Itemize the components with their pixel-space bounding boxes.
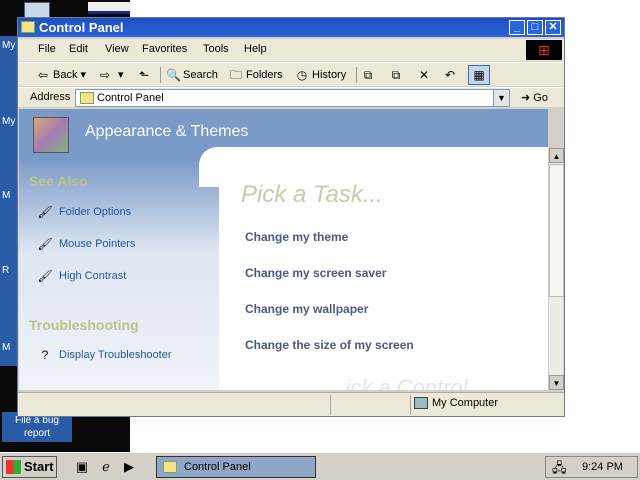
forward-arrow-icon: ⇨ [99,68,111,83]
menu-edit[interactable]: Edit [69,43,88,55]
history-button[interactable]: ◷ History [295,66,346,84]
address-value: Control Panel [97,92,164,104]
title-bar[interactable]: Control Panel _ □ ✕ [18,18,564,37]
move-to-icon: ⧉ [363,68,373,83]
taskbar-button-control-panel[interactable]: Control Panel [156,456,316,478]
link-display-troubleshooter[interactable]: Display Troubleshooter [59,349,172,361]
side-panel: See Also 🖌 Folder Options 🖌 Mouse Pointe… [19,159,219,390]
windows-logo-icon: ⊞ [526,40,562,60]
status-separator [330,395,331,415]
go-arrow-icon: ➜ [521,92,534,104]
task-change-wallpaper[interactable]: Change my wallpaper [245,302,368,316]
desktop-label[interactable]: R [2,265,9,276]
maximize-button[interactable]: □ [527,20,543,35]
menu-help[interactable]: Help [244,43,267,55]
control-panel-icon [80,92,94,104]
toolbar-separator [356,67,357,83]
folders-button[interactable]: 🗀 Folders [229,66,283,84]
scroll-down-button[interactable]: ▼ [549,375,564,390]
folder-options-icon: 🖌 [37,205,53,219]
address-label: Address [30,91,71,103]
pick-a-task-heading: Pick a Task... [241,181,383,208]
forward-button[interactable]: ⇨ ▾ [98,66,124,84]
window-title: Control Panel [39,20,124,35]
undo-icon: ↶ [444,68,456,83]
menu-tools[interactable]: Tools [203,43,229,55]
task-change-theme[interactable]: Change my theme [245,230,348,244]
standard-toolbar: ⇦ Back ▾ ⇨ ▾ ⬑ 🔍 Search 🗀 Folders ◷ History … [18,62,564,86]
chevron-down-icon[interactable]: ▼ [493,90,509,106]
copy-to-button[interactable]: ⧉ [389,66,406,84]
status-bar: My Computer [18,392,564,416]
mouse-pointers-icon: 🖌 [37,237,53,251]
address-bar: Address Control Panel ▼ ➜ Go [18,87,564,107]
vertical-scrollbar[interactable]: ▲ ▼ [548,148,564,390]
status-separator [410,395,411,415]
clock[interactable]: 9:24 PM [582,461,623,473]
desktop-label[interactable]: My [2,40,15,51]
help-icon: ? [41,348,49,362]
back-arrow-icon: ⇦ [37,68,49,83]
menu-bar: File Edit View Favorites Tools Help ⊞ [18,39,564,61]
minimize-button[interactable]: _ [509,20,525,35]
search-icon: 🔍 [166,68,181,83]
network-icon[interactable]: 🖧 [552,459,567,480]
system-tray: 🖧 9:24 PM [545,456,638,478]
task-change-screen-saver[interactable]: Change my screen saver [245,266,386,280]
scroll-up-button[interactable]: ▲ [549,148,564,163]
views-grid-icon: ▦ [473,68,485,82]
desktop-wallpaper-strip [0,36,18,366]
close-button[interactable]: ✕ [545,20,561,35]
troubleshooting-heading: Troubleshooting [29,317,139,333]
link-folder-options[interactable]: Folder Options [59,206,131,218]
desktop-shortcut-icon[interactable]: ▣ [73,458,91,476]
toolbar-separator [160,67,161,83]
my-computer-icon [414,397,428,410]
link-mouse-pointers[interactable]: Mouse Pointers [59,238,135,250]
copy-to-icon: ⧉ [391,68,401,83]
address-field[interactable]: Control Panel ▼ [75,89,510,107]
scroll-thumb[interactable] [549,164,564,297]
appearance-themes-icon [33,117,69,153]
start-button[interactable]: Start [2,456,57,478]
control-panel-icon [163,461,177,473]
desktop-label[interactable]: M [2,190,10,201]
faded-heading: ...ick a Control ... [327,375,493,390]
up-folder-icon: ⬑ [138,68,150,83]
media-player-icon[interactable]: ▶ [120,458,138,476]
windows-flag-icon [6,460,21,474]
high-contrast-icon: 🖌 [37,269,53,283]
status-zone: My Computer [414,397,498,410]
control-panel-window: Control Panel _ □ ✕ File Edit View Favor… [17,17,565,417]
desktop-window-edge [88,2,130,14]
see-also-heading: See Also [29,173,88,189]
delete-x-icon: ✕ [418,68,430,83]
go-button[interactable]: ➜ Go [521,91,548,104]
views-button[interactable]: ▦ [468,65,490,85]
back-button[interactable]: ⇦ Back ▾ [36,66,86,84]
taskbar: Start ▣ ℯ ▶ Control Panel 🖧 9:24 PM [0,452,640,480]
move-to-button[interactable]: ⧉ [361,66,378,84]
search-button[interactable]: 🔍 Search [166,66,218,84]
menu-file[interactable]: File [38,43,56,55]
up-folder-button[interactable]: ⬑ [137,66,154,84]
control-panel-icon [21,21,35,33]
delete-button[interactable]: ✕ [417,66,434,84]
menu-favorites[interactable]: Favorites [142,43,187,55]
history-icon: ◷ [296,68,308,83]
folders-icon: 🗀 [229,68,242,83]
internet-explorer-icon[interactable]: ℯ [97,458,115,476]
task-change-screen-size[interactable]: Change the size of my screen [245,338,414,352]
category-title: Appearance & Themes [85,123,249,140]
link-high-contrast[interactable]: High Contrast [59,270,126,282]
desktop-label[interactable]: M [2,342,10,353]
content-pane: See Also 🖌 Folder Options 🖌 Mouse Pointe… [19,109,548,390]
undo-button[interactable]: ↶ [443,66,460,84]
menu-view[interactable]: View [105,43,129,55]
desktop-label[interactable]: My [2,116,15,127]
